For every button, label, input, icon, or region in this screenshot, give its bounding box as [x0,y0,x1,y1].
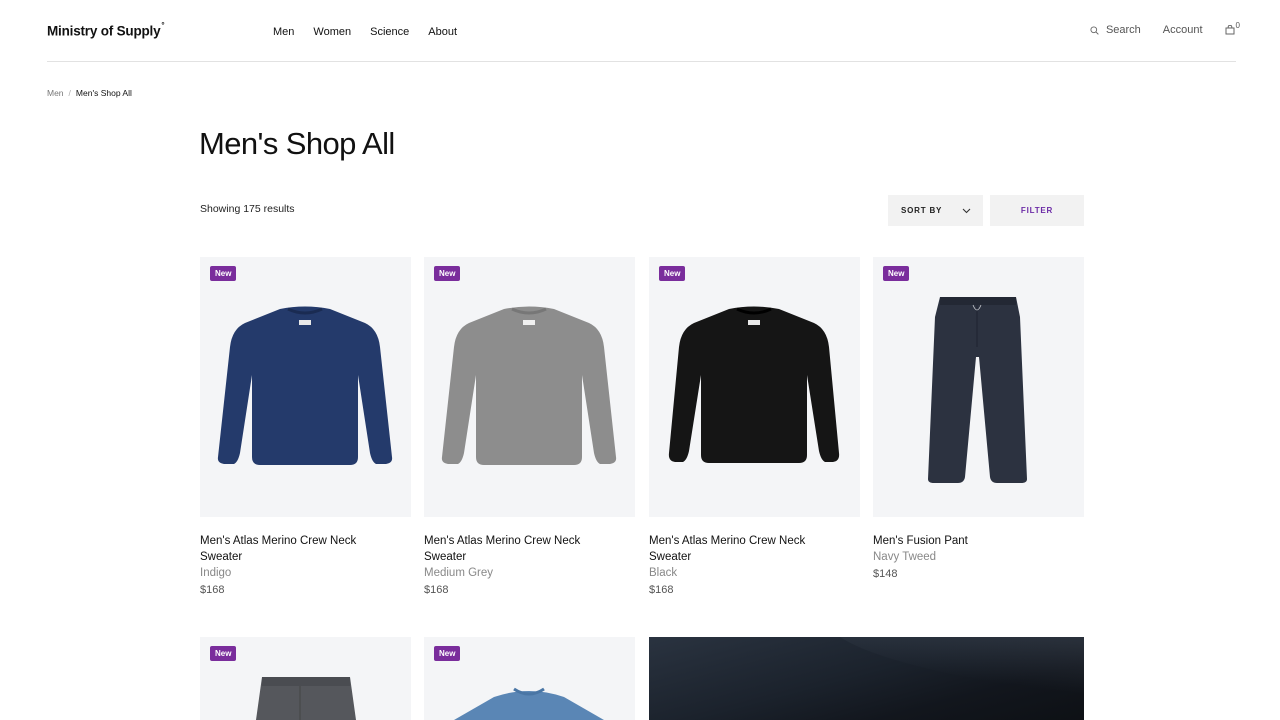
utility-nav: Search Account 0 [1090,21,1240,36]
chevron-down-icon [962,208,971,213]
product-card[interactable]: New Men's Atlas Merino Crew Neck Sweater … [200,257,411,599]
product-name-line2: Sweater [424,551,467,563]
account-link[interactable]: Account [1163,24,1203,36]
promo-fabric-image[interactable] [649,637,1084,720]
site-header: Ministry of Supply° Men Women Science Ab… [0,0,1280,62]
sweater-image [217,306,393,465]
search-icon [1090,25,1099,35]
product-name-line2: Sweater [649,551,692,563]
new-badge: New [434,646,461,661]
product-name-line1: Men's Fusion Pant [873,535,968,547]
breadcrumb: Men / Men's Shop All [47,88,132,98]
new-badge: New [434,266,461,281]
product-name[interactable]: Men's Atlas Merino Crew Neck Sweater [200,533,411,565]
fabric-fold [826,637,1084,715]
product-image[interactable]: New [200,257,411,517]
product-name[interactable]: Men's Atlas Merino Crew Neck Sweater [649,533,860,565]
product-image[interactable]: New [873,257,1084,517]
product-price: $148 [873,568,898,580]
product-card[interactable]: New Men's Atlas Merino Crew Neck Sweater … [424,257,635,599]
brand-logo[interactable]: Ministry of Supply° [47,21,165,39]
search-button[interactable]: Search [1090,24,1141,36]
nav-science[interactable]: Science [370,26,409,38]
product-card[interactable]: New Men's Fusion Pant Navy Tweed $148 [873,257,1084,583]
logo-text: Ministry of Supply [47,23,161,39]
cart-button[interactable]: 0 [1225,21,1240,35]
product-color: Black [649,567,678,579]
product-name-line1: Men's Atlas Merino Crew Neck [200,535,357,547]
product-card[interactable]: New Men's Atlas Merino Crew Neck Sweater … [649,257,860,599]
logo-mark: ° [161,21,165,30]
main-nav: Men Women Science About [273,26,457,38]
product-image[interactable]: New [424,257,635,517]
nav-women[interactable]: Women [313,26,351,38]
product-image[interactable]: New [424,637,635,720]
new-badge: New [883,266,910,281]
product-color: Navy Tweed [873,551,937,563]
shopping-bag-icon [1225,25,1235,35]
cart-count: 0 [1235,20,1240,30]
product-color: Indigo [200,567,232,579]
product-price: $168 [649,584,674,596]
product-price: $168 [424,584,449,596]
product-price: $168 [200,584,225,596]
breadcrumb-separator: / [68,88,71,98]
filter-button[interactable]: FILTER [990,195,1084,226]
product-name[interactable]: Men's Atlas Merino Crew Neck Sweater [424,533,635,565]
page-title: Men's Shop All [199,126,395,161]
breadcrumb-parent[interactable]: Men [47,88,64,98]
new-badge: New [210,646,237,661]
product-card[interactable]: New [424,637,635,720]
new-badge: New [210,266,237,281]
product-name-line1: Men's Atlas Merino Crew Neck [424,535,581,547]
nav-men[interactable]: Men [273,26,294,38]
header-divider [47,61,1236,62]
nav-about[interactable]: About [428,26,457,38]
product-image[interactable]: New [200,637,411,720]
sweater-image [441,306,617,465]
search-label: Search [1105,24,1141,36]
product-name-line2: Sweater [200,551,243,563]
product-color: Medium Grey [424,567,494,579]
sort-by-dropdown[interactable]: SORT BY [888,195,983,226]
breadcrumb-current: Men's Shop All [75,88,132,98]
product-name[interactable]: Men's Fusion Pant [873,533,1084,549]
product-name-line1: Men's Atlas Merino Crew Neck [649,535,806,547]
pants-image [928,297,1027,483]
product-image[interactable]: New [649,257,860,517]
sweater-image [668,306,840,463]
new-badge: New [659,266,686,281]
results-count: Showing 175 results [200,203,295,215]
sort-label: SORT BY [901,206,943,215]
product-card[interactable]: New [200,637,411,720]
